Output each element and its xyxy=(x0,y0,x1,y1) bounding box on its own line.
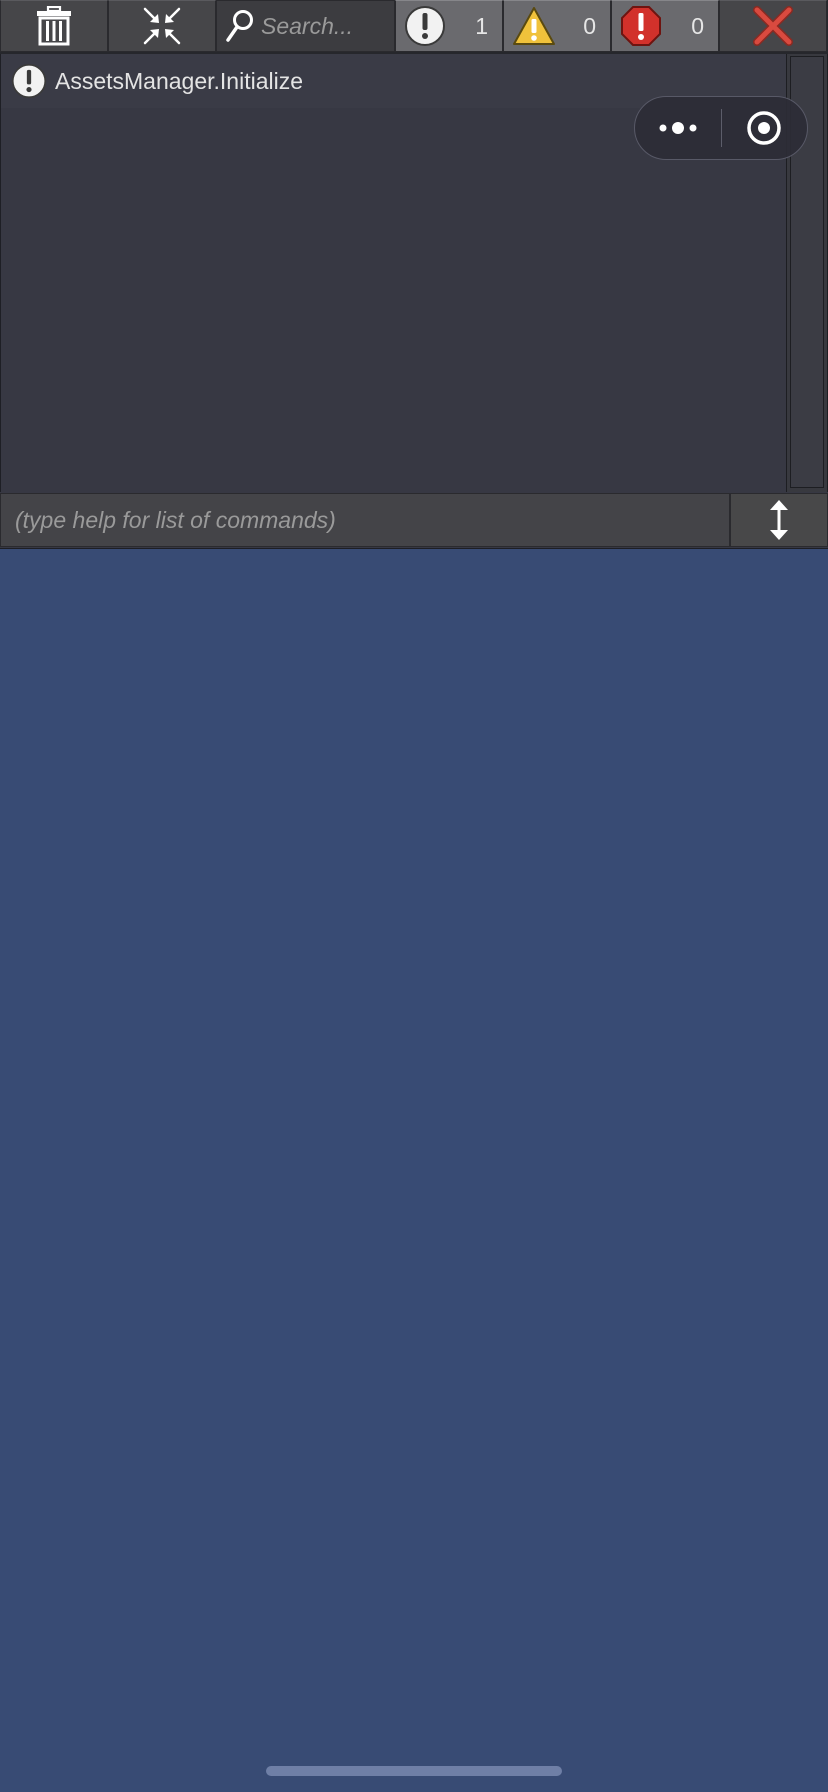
warning-filter-button[interactable]: 0 xyxy=(503,0,611,52)
home-indicator[interactable] xyxy=(266,1766,562,1776)
info-exclamation-icon xyxy=(404,5,446,47)
capsule-close-button[interactable] xyxy=(722,97,808,159)
info-count: 1 xyxy=(475,12,488,39)
info-exclamation-icon xyxy=(11,63,47,99)
target-circle-icon xyxy=(746,110,782,146)
search-icon xyxy=(225,9,255,43)
command-field[interactable] xyxy=(0,493,730,547)
warning-count: 0 xyxy=(583,12,596,39)
error-count: 0 xyxy=(691,12,704,39)
log-entry-text: AssetsManager.Initialize xyxy=(55,67,304,94)
trash-icon xyxy=(35,6,73,46)
info-filter-button[interactable]: 1 xyxy=(395,0,503,52)
more-menu-button[interactable] xyxy=(635,97,721,159)
collapse-button[interactable] xyxy=(108,0,216,52)
vertical-resize-icon xyxy=(767,500,791,540)
command-row xyxy=(0,493,828,547)
close-console-button[interactable] xyxy=(719,0,827,52)
clear-log-button[interactable] xyxy=(0,0,108,52)
search-field[interactable] xyxy=(216,0,395,52)
debug-console: 1 0 xyxy=(0,0,828,549)
collapse-arrows-icon xyxy=(142,6,182,46)
error-octagon-icon xyxy=(620,5,662,47)
error-filter-button[interactable]: 0 xyxy=(611,0,719,52)
command-input[interactable] xyxy=(15,506,705,534)
more-dots-icon xyxy=(658,121,698,135)
resize-handle-button[interactable] xyxy=(730,493,828,547)
screen: 1 0 xyxy=(0,0,828,1792)
search-input[interactable] xyxy=(261,12,391,40)
mini-program-capsule xyxy=(634,96,808,160)
close-x-icon xyxy=(752,5,794,47)
console-toolbar: 1 0 xyxy=(0,0,828,54)
warning-triangle-icon xyxy=(512,6,556,46)
